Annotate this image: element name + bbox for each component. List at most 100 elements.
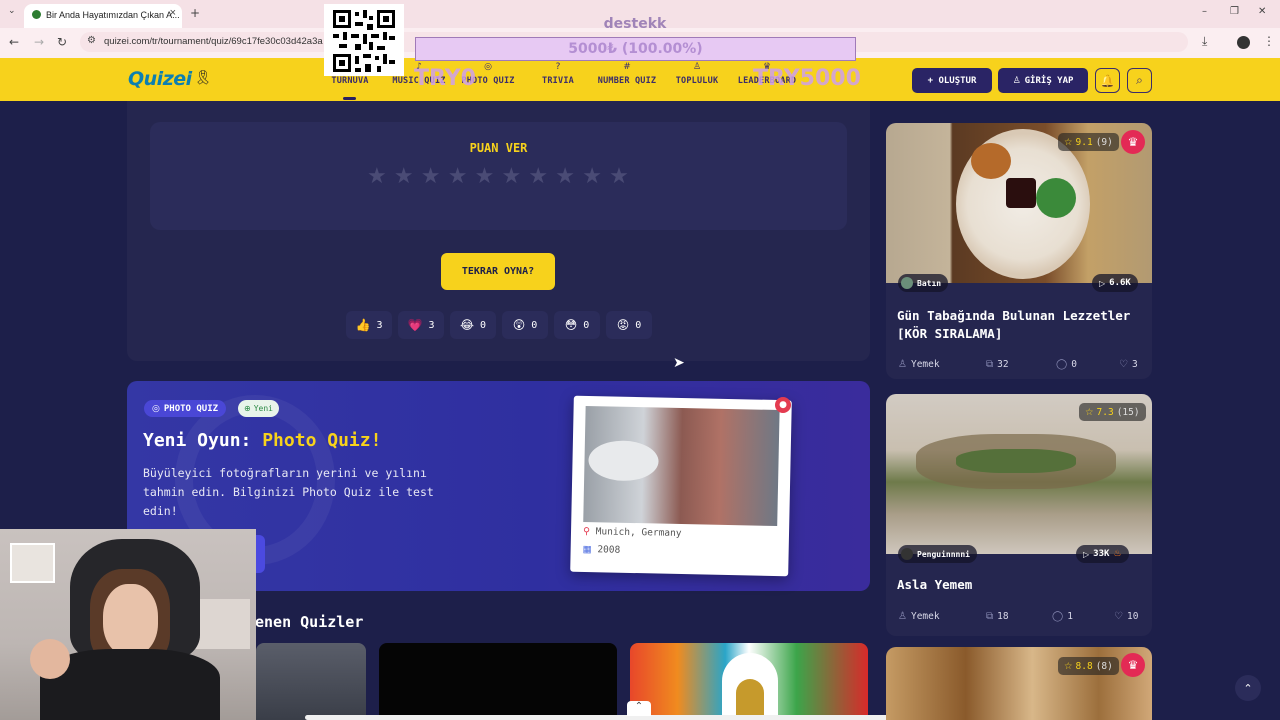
forward-icon[interactable]: →	[34, 35, 44, 49]
author-pill[interactable]: Penguinnnni	[898, 545, 977, 563]
user-icon: ♙	[1012, 75, 1021, 86]
reaction-thumbs-up[interactable]: 👍 3	[346, 311, 392, 339]
food-bun	[971, 143, 1011, 179]
quiz-likes-count[interactable]: ♡ 10	[1114, 611, 1138, 622]
webcam-overlay	[0, 529, 256, 720]
mouse-cursor-icon: ➤	[673, 355, 685, 371]
menu-dots-icon[interactable]: ⋮	[1263, 34, 1275, 48]
comments-count: 1	[1067, 611, 1073, 622]
tag-icon: ♙	[898, 359, 907, 370]
food-filling	[956, 449, 1076, 473]
maximize-icon[interactable]: ❐	[1230, 6, 1239, 17]
browser-tab[interactable]: Bir Anda Hayatımızdan Çıkan A... ×	[24, 4, 182, 28]
qr-code	[324, 4, 404, 76]
site-info-icon[interactable]: ⚙	[87, 35, 96, 46]
promo-description: Büyüleyici fotoğrafların yerini ve yılın…	[143, 466, 434, 518]
rating-pill: ☆ 9.1 (9)	[1058, 133, 1119, 151]
ribbon-icon: 🎗	[194, 70, 212, 86]
reload-icon[interactable]: ↻	[57, 35, 67, 49]
heart-outline-icon: ♡	[1114, 611, 1123, 622]
login-button[interactable]: ♙ GİRİŞ YAP	[998, 68, 1088, 93]
close-window-icon[interactable]: ✕	[1258, 6, 1266, 17]
reaction-wow[interactable]: 😲 0	[502, 311, 548, 339]
reaction-count: 0	[635, 319, 642, 331]
reaction-angry[interactable]: 😡 0	[606, 311, 652, 339]
polaroid-year: ▦ 2008	[583, 544, 621, 556]
site-logo[interactable]: Quizei	[128, 68, 192, 90]
profile-avatar[interactable]	[1237, 36, 1250, 49]
plays-pill: ▷ 6.6K	[1092, 274, 1138, 292]
badge-label: PHOTO QUIZ	[163, 403, 219, 414]
rating-star-icon[interactable]: ★	[394, 164, 414, 189]
rating-count: (8)	[1095, 660, 1113, 672]
sidebar-quiz-card-3[interactable]: ☆ 8.8 (8) ♛	[886, 647, 1152, 720]
notifications-button[interactable]: 🔔	[1095, 68, 1120, 93]
play-icon: ▷	[1099, 278, 1106, 288]
quiz-likes-count[interactable]: ♡ 3	[1119, 359, 1138, 370]
quiz-thumbnail-2[interactable]	[379, 643, 617, 720]
rating-star-icon[interactable]: ★	[609, 164, 629, 189]
download-icon[interactable]: ⤓	[1202, 34, 1207, 49]
replay-button[interactable]: TEKRAR OYNA?	[441, 253, 555, 290]
reaction-count: 0	[531, 319, 538, 331]
heart-outline-icon: ♡	[1119, 359, 1128, 370]
promo-title-prefix: Yeni Oyun:	[143, 430, 263, 451]
quiz-thumbnail-3[interactable]	[630, 643, 868, 720]
quiz-category[interactable]: ♙ Yemek	[898, 359, 940, 370]
url-text[interactable]: quizei.com/tr/tournament/quiz/69c17fe30c…	[104, 36, 323, 47]
wow-icon: 😲	[512, 318, 526, 332]
rating-value: 7.3	[1096, 406, 1114, 418]
quiz-comments-count[interactable]: ◯ 0	[1056, 359, 1077, 370]
tab-title: Bir Anda Hayatımızdan Çıkan A...	[46, 10, 180, 20]
rating-star-icon[interactable]: ★	[528, 164, 548, 189]
tab-close-icon[interactable]: ×	[170, 7, 176, 19]
rating-star-icon[interactable]: ★	[582, 164, 602, 189]
donation-label: destekk	[603, 16, 667, 32]
sidebar-quiz-card-2[interactable]: ☆ 7.3 (15) Penguinnnni ▷ 33K ♨ Asla Yeme…	[886, 394, 1152, 636]
promo-title-accent: Photo Quiz!	[262, 430, 382, 451]
rating-star-icon[interactable]: ★	[421, 164, 441, 189]
location-pin-icon: ⚲	[582, 525, 591, 538]
star-icon: ☆	[1085, 406, 1094, 418]
new-tab-icon[interactable]: +	[190, 6, 200, 20]
donation-progress-bar: 5000₺ (100.00%)	[415, 37, 856, 61]
reaction-count: 0	[583, 319, 590, 331]
quiz-comments-count[interactable]: ◯ 1	[1052, 611, 1073, 622]
sidebar-quiz-card-1[interactable]: ☆ 9.1 (9) ♛ Batın ▷ 6.6K Gün Tabağında B…	[886, 123, 1152, 379]
scroll-to-top-button[interactable]: ⌃	[1235, 675, 1261, 701]
reaction-laugh[interactable]: 😂 0	[450, 311, 496, 339]
quiz-category[interactable]: ♙ Yemek	[898, 611, 940, 622]
create-button[interactable]: + OLUŞTUR	[912, 68, 992, 93]
donation-max-label: TRY5000	[753, 66, 861, 91]
new-badge: ⊕ Yeni	[238, 400, 279, 417]
minimize-icon[interactable]: –	[1202, 6, 1207, 17]
stadium-shape	[588, 440, 659, 482]
quiz-card-title[interactable]: Gün Tabağında Bulunan Lezzetler [KÖR SIR…	[897, 307, 1141, 343]
photo-quiz-badge: ◎ PHOTO QUIZ	[144, 400, 227, 417]
rating-pill: ☆ 7.3 (15)	[1079, 403, 1146, 421]
calendar-icon: ▦	[582, 543, 592, 556]
items-count: 18	[997, 611, 1009, 622]
reaction-heart[interactable]: 💗 3	[398, 311, 444, 339]
rating-star-icon[interactable]: ★	[367, 164, 387, 189]
rating-star-icon[interactable]: ★	[448, 164, 468, 189]
reaction-flushed[interactable]: 😳 0	[554, 311, 600, 339]
rating-value: 8.8	[1075, 660, 1093, 672]
polaroid-year-text: 2008	[597, 544, 621, 556]
search-button[interactable]: ⌕	[1127, 68, 1152, 93]
polaroid-location: ⚲ Munich, Germany	[583, 526, 682, 539]
rating-star-icon[interactable]: ★	[555, 164, 575, 189]
author-pill[interactable]: Batın	[898, 274, 949, 292]
back-icon[interactable]: ←	[9, 35, 19, 49]
tab-list-icon[interactable]: ⌄	[8, 6, 16, 16]
chevron-up-icon[interactable]: ⌃	[627, 701, 651, 716]
world-cup-trophy-icon	[736, 679, 764, 720]
laugh-icon: 😂	[459, 318, 474, 332]
quiz-card-title[interactable]: Asla Yemem	[897, 576, 1141, 594]
likes-count: 10	[1126, 611, 1139, 622]
rating-star-icon[interactable]: ★	[475, 164, 495, 189]
items-icon: ⧉	[986, 611, 994, 622]
rating-star-icon[interactable]: ★	[502, 164, 522, 189]
quiz-thumbnail-1[interactable]	[256, 643, 366, 720]
rating-count: (15)	[1116, 406, 1140, 418]
